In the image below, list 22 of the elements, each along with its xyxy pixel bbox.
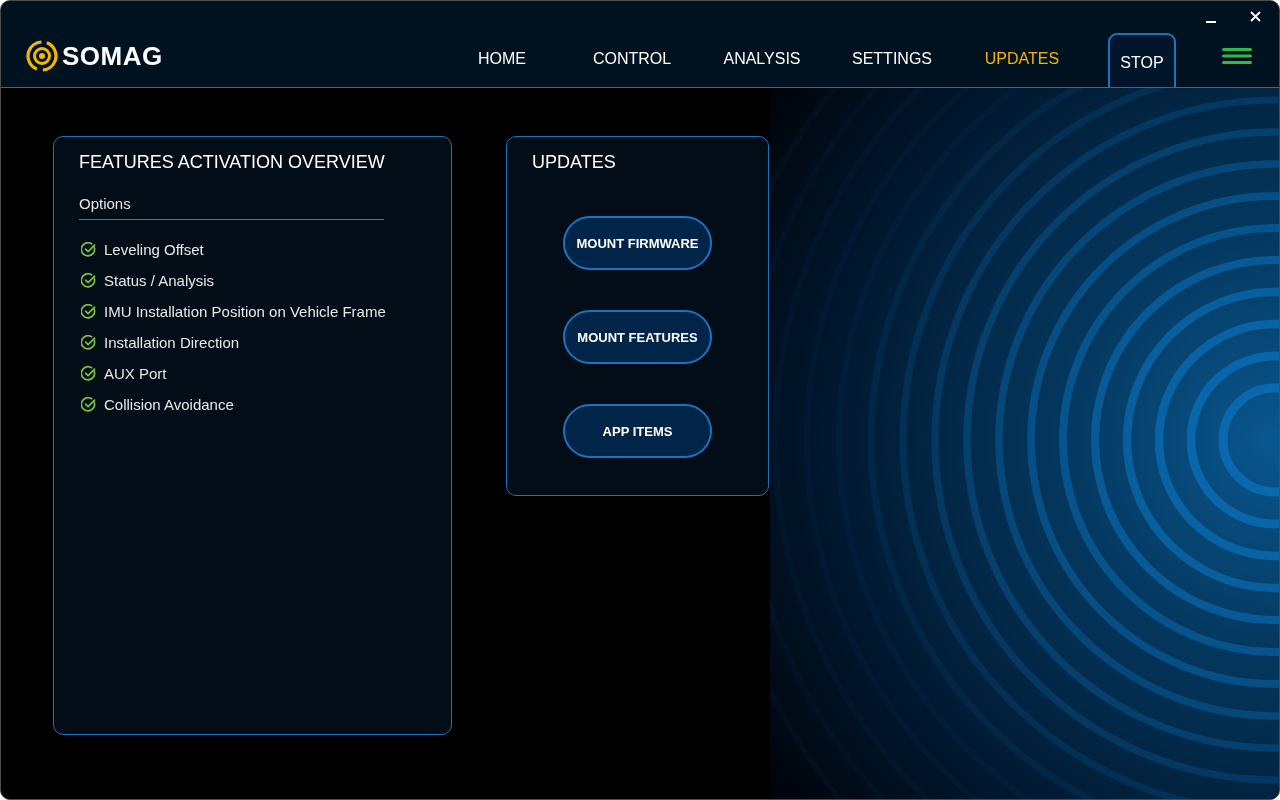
option-label: AUX Port (104, 363, 167, 384)
card-title: FEATURES ACTIVATION OVERVIEW (79, 151, 386, 174)
section-label: Options (79, 194, 132, 214)
option-label: Collision Avoidance (104, 394, 234, 415)
nav-tab[interactable]: ANALYSIS (697, 33, 827, 87)
update-action-button[interactable]: APP ITEMS (563, 404, 712, 458)
update-action-button[interactable]: MOUNT FEATURES (563, 310, 712, 364)
rings-logo-icon (26, 40, 58, 72)
card-title: UPDATES (532, 151, 617, 174)
nav-tab[interactable]: HOME (437, 33, 567, 87)
option-label: Leveling Offset (104, 239, 204, 260)
logo-text: SOMAG (62, 41, 163, 71)
menu-icon[interactable] (1222, 48, 1252, 64)
close-icon[interactable] (1250, 11, 1261, 22)
update-action-button[interactable]: MOUNT FIRMWARE (563, 216, 712, 270)
option-label: Installation Direction (104, 332, 240, 353)
option-label: IMU Installation Position on Vehicle Frame (104, 301, 386, 322)
stop-button[interactable]: STOP (1108, 33, 1176, 87)
option-label: Status / Analysis (104, 270, 215, 291)
nav-tab[interactable]: CONTROL (567, 33, 697, 87)
nav-tab[interactable]: UPDATES (957, 33, 1087, 87)
nav-tab[interactable]: SETTINGS (827, 33, 957, 87)
